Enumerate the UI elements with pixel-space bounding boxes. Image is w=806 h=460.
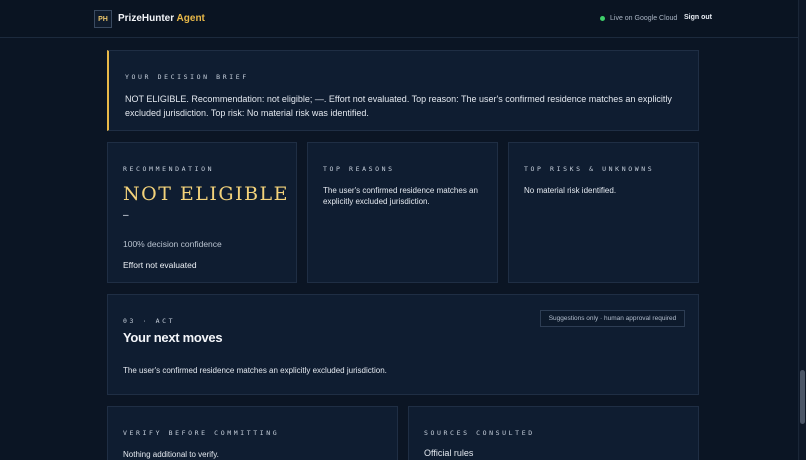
verdict-text: NOT ELIGIBLE [123, 183, 290, 205]
recommendation-card: RECOMMENDATION NOT ELIGIBLE – 100% decis… [107, 142, 297, 283]
decision-brief-text: NOT ELIGIBLE. Recommendation: not eligib… [125, 94, 672, 118]
top-reasons-label: TOP REASONS [323, 165, 395, 173]
brand-title[interactable]: PrizeHunter Agent [118, 13, 205, 24]
top-bar: PH PrizeHunter Agent Live on Google Clou… [0, 0, 798, 38]
act-card: 03 · ACT Your next moves Suggestions onl… [107, 294, 699, 395]
logo[interactable]: PH [94, 10, 112, 28]
recommendation-label: RECOMMENDATION [123, 165, 215, 173]
act-label: 03 · ACT [123, 317, 176, 325]
decision-confidence: 100% decision confidence [123, 239, 222, 249]
verify-card: VERIFY BEFORE COMMITTING Nothing additio… [107, 406, 398, 460]
brand-suffix: Agent [176, 13, 205, 24]
source-link-official-rules[interactable]: Official rules [424, 448, 473, 459]
next-move-text: The user's confirmed residence matches a… [123, 366, 387, 375]
top-risks-text: No material risk identified. [524, 186, 617, 195]
sources-card: SOURCES CONSULTED Official rules [408, 406, 699, 460]
brand-name: PrizeHunter [118, 13, 175, 24]
top-reasons-card: TOP REASONS The user's confirmed residen… [307, 142, 498, 283]
verify-text: Nothing additional to verify. [123, 450, 219, 459]
decision-brief-card: YOUR DECISION BRIEF NOT ELIGIBLE. Recomm… [107, 50, 699, 131]
status-dot-icon [600, 16, 605, 21]
verdict-subtext: – [123, 210, 129, 221]
sign-out-button[interactable]: Sign out [684, 14, 712, 21]
live-status: Live on Google Cloud [600, 15, 677, 22]
sources-label: SOURCES CONSULTED [424, 429, 535, 437]
scrollbar-thumb[interactable] [800, 370, 805, 424]
top-reasons-text: The user's confirmed residence matches a… [323, 186, 478, 206]
verify-label: VERIFY BEFORE COMMITTING [123, 429, 280, 437]
live-status-label: Live on Google Cloud [610, 15, 678, 22]
effort-status: Effort not evaluated [123, 260, 197, 270]
suggestions-badge: Suggestions only · human approval requir… [540, 310, 685, 327]
top-risks-label: TOP RISKS & UNKNOWNS [524, 165, 655, 173]
page-scrollbar[interactable] [798, 0, 806, 460]
decision-brief-label: YOUR DECISION BRIEF [125, 73, 249, 81]
top-risks-card: TOP RISKS & UNKNOWNS No material risk id… [508, 142, 699, 283]
next-moves-heading: Your next moves [123, 330, 223, 345]
